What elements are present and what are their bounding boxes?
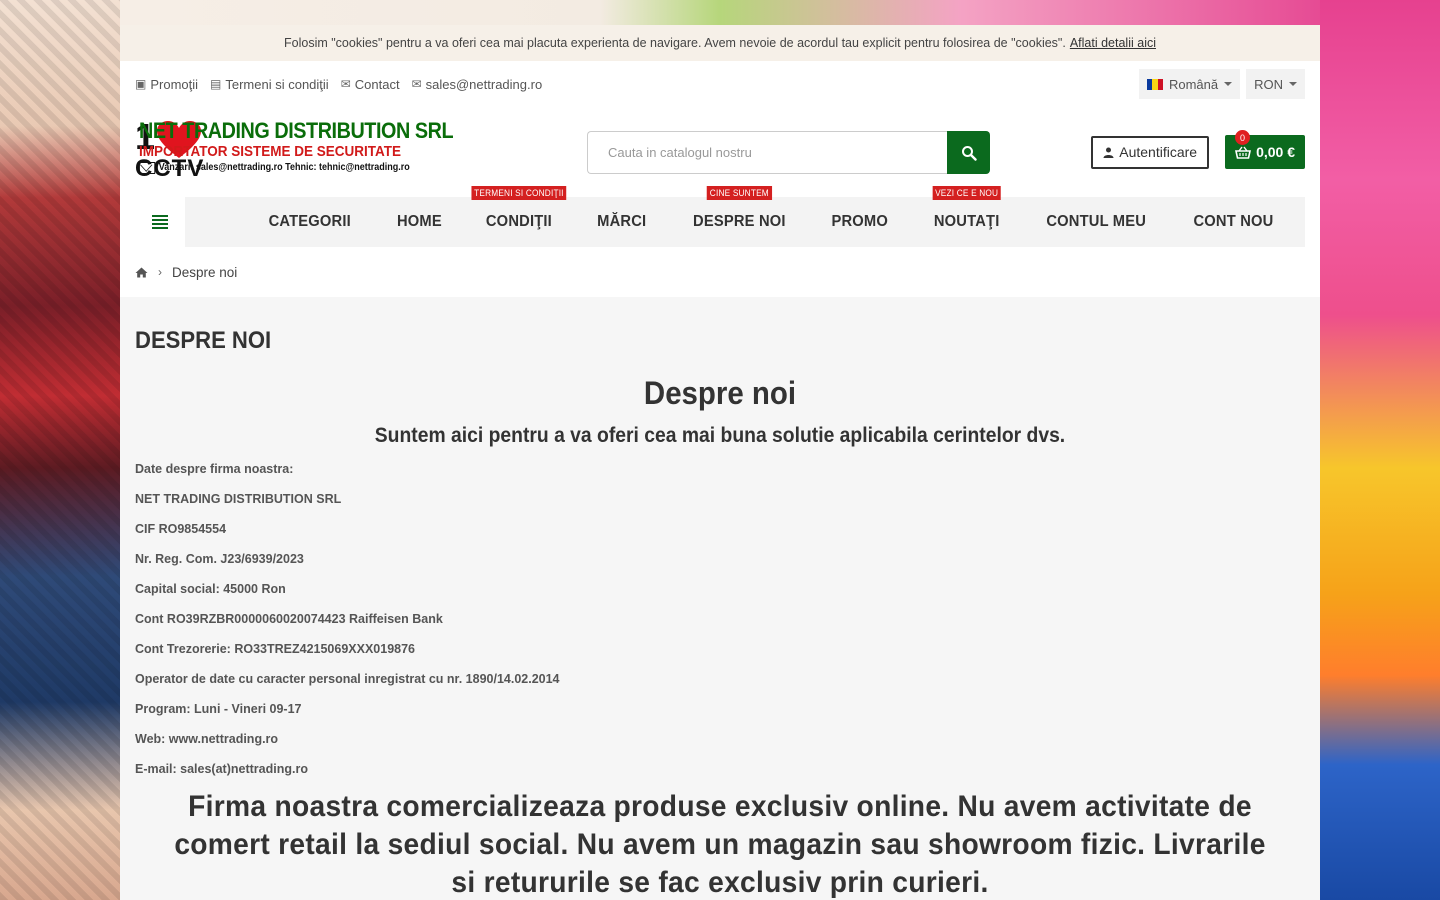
promotii-label: Promoţii: [150, 76, 199, 92]
nav-item-categorii[interactable]: CATEGORII: [250, 213, 369, 231]
nav-item-despre-noi[interactable]: CINE SUNTEM DESPRE NOI: [674, 186, 803, 231]
nav-item-home[interactable]: HOME: [378, 213, 460, 231]
nav-badge-termeni: TERMENI SI CONDIŢII: [471, 186, 567, 200]
background-model-image: [0, 0, 120, 900]
romania-flag-icon: [1146, 78, 1163, 90]
search-button[interactable]: [947, 131, 990, 174]
nav-item-contul-meu[interactable]: CONTUL MEU: [1028, 213, 1165, 231]
logo-contact: Vanzari: sales@nettrading.ro Tehnic: teh…: [139, 161, 453, 175]
menu-toggle-icon[interactable]: [135, 197, 185, 247]
page-title: DESPRE NOI: [135, 327, 272, 354]
nav-item-marci[interactable]: MĂRCI: [579, 213, 665, 231]
contact-link[interactable]: ✉ Contact: [341, 77, 400, 92]
cookie-details-link[interactable]: Aflati detalii aici: [1070, 36, 1156, 50]
login-label: Autentificare: [1119, 144, 1198, 160]
nav-item-noutati[interactable]: VEZI CE E NOU NOUTAŢI: [915, 186, 1017, 231]
basket-icon: [1235, 146, 1252, 159]
search-icon: [961, 145, 977, 161]
login-button[interactable]: Autentificare: [1091, 135, 1210, 169]
currency-selector[interactable]: RON: [1246, 69, 1305, 99]
page-container: Folosim "cookies" pentru a va oferi cea …: [120, 25, 1320, 900]
site-logo[interactable]: 1 CCTV NET TRADING DISTRIBUTION SRL IMPO…: [135, 119, 485, 181]
cart-button[interactable]: 0 0,00 €: [1225, 130, 1305, 169]
cart-count-badge: 0: [1235, 130, 1251, 145]
home-icon[interactable]: [135, 267, 148, 278]
breadcrumb: › Despre noi: [120, 247, 1320, 297]
terms-label: Termeni si condiţii: [225, 76, 329, 92]
info-line: Program: Luni - Vineri 09-17: [135, 702, 302, 716]
currency-label: RON: [1254, 76, 1283, 92]
content-heading: Despre noi: [643, 375, 797, 411]
nav-item-promo[interactable]: PROMO: [813, 213, 906, 231]
info-line: NET TRADING DISTRIBUTION SRL: [135, 492, 342, 506]
email-link[interactable]: ✉ sales@nettrading.ro: [412, 77, 543, 92]
company-info: Date despre firma noastra: NET TRADING D…: [135, 460, 1305, 790]
top-bar: ▣ Promoţii ▤ Termeni si condiţii ✉ Conta…: [120, 61, 1320, 107]
info-line: Cont Trezorerie: RO33TREZ4215069XXX01987…: [135, 642, 415, 656]
search-bar: [587, 131, 990, 174]
content-subheading: Suntem aici pentru a va oferi cea mai bu…: [374, 424, 1066, 447]
caret-down-icon: [1289, 82, 1297, 86]
language-selector[interactable]: Română: [1138, 69, 1241, 99]
main-navigation: CATEGORII HOME TERMENI SI CONDIŢII CONDI…: [135, 186, 1305, 247]
info-line: Capital social: 45000 Ron: [135, 582, 286, 596]
envelope-icon: [139, 162, 156, 174]
logo-company-name: NET TRADING DISTRIBUTION SRL: [139, 118, 454, 143]
breadcrumb-current: Despre noi: [172, 264, 238, 280]
info-line: Web: www.nettrading.ro: [135, 732, 279, 746]
info-line: Operator de date cu caracter personal in…: [135, 672, 560, 686]
contact-label: Contact: [354, 76, 400, 92]
promotii-link[interactable]: ▣ Promoţii: [135, 77, 198, 92]
logo-tagline: IMPORTATOR SISTEME DE SECURITATE: [139, 143, 402, 160]
info-line: Cont RO39RZBR0000060020074423 Raiffeisen…: [135, 612, 443, 626]
envelope-icon: ✉: [411, 77, 422, 91]
info-line: CIF RO9854554: [135, 522, 227, 536]
search-input[interactable]: [587, 131, 947, 174]
info-line: E-mail: sales(at)nettrading.ro: [135, 762, 308, 776]
nav-badge-vezi-ce-e-nou: VEZI CE E NOU: [932, 186, 1001, 200]
online-only-notice: Firma noastra comercializeaza produse ex…: [174, 790, 1266, 899]
chevron-right-icon: ›: [158, 265, 162, 279]
main-content: DESPRE NOI Despre noi Suntem aici pentru…: [120, 297, 1320, 900]
header: 1 CCTV NET TRADING DISTRIBUTION SRL IMPO…: [120, 107, 1320, 193]
nav-item-cont-nou[interactable]: CONT NOU: [1176, 213, 1293, 231]
id-card-icon: ▤: [210, 77, 222, 91]
cookie-text: Folosim "cookies" pentru a va oferi cea …: [284, 36, 1066, 50]
cookie-banner: Folosim "cookies" pentru a va oferi cea …: [120, 25, 1320, 61]
email-label: sales@nettrading.ro: [425, 76, 543, 92]
language-label: Română: [1168, 76, 1219, 92]
cart-total: 0,00 €: [1256, 144, 1295, 160]
nav-badge-cine-suntem: CINE SUNTEM: [706, 186, 772, 200]
terms-link[interactable]: ▤ Termeni si condiţii: [210, 77, 329, 92]
envelope-outline-icon: ✉: [340, 77, 351, 91]
background-top-strip: [120, 0, 1320, 25]
info-line: Date despre firma noastra:: [135, 462, 294, 476]
caret-down-icon: [1224, 82, 1233, 86]
logo-contact-text: Vanzari: sales@nettrading.ro Tehnic: teh…: [158, 162, 410, 173]
info-line: Nr. Reg. Com. J23/6939/2023: [135, 552, 304, 566]
gift-icon: ▣: [135, 77, 147, 91]
background-flowers-image: [1320, 0, 1440, 900]
user-icon: [1103, 147, 1114, 158]
nav-item-conditii[interactable]: TERMENI SI CONDIŢII CONDIŢII: [468, 186, 571, 231]
